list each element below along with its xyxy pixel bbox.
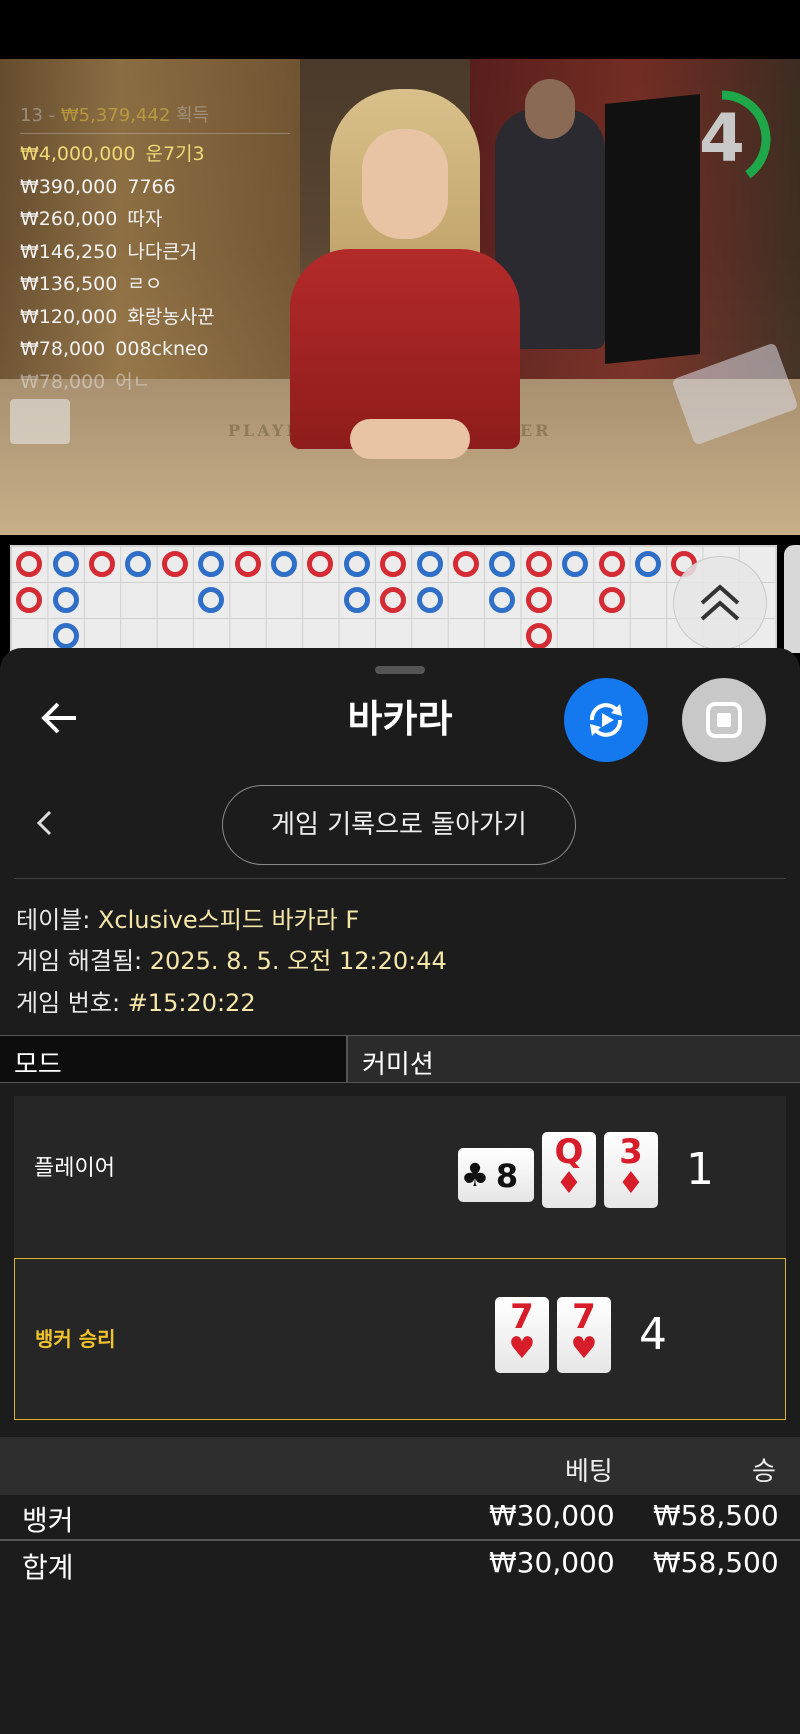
countdown-number: 4	[699, 100, 745, 177]
banker-bead	[380, 551, 407, 577]
banker-bead	[89, 551, 115, 577]
divider	[0, 1539, 800, 1541]
player-outcome: 플레이어 ♣ 8 Q ♦ 3 ♦ 1	[14, 1096, 786, 1258]
banker-bead	[525, 551, 552, 577]
player-bead	[489, 551, 516, 577]
winners-list: 13 - ₩5,379,442 획득 ₩4,000,000 운7기3 ₩390,0…	[20, 101, 290, 398]
commission-label: 커미션	[362, 1050, 434, 1080]
player-bead	[198, 587, 225, 613]
column-header-win: 승	[752, 1457, 776, 1487]
banker-bead	[453, 551, 479, 577]
banker-bead	[525, 587, 552, 613]
player-bead	[343, 587, 370, 613]
player-bead	[416, 551, 443, 577]
winner-row: ₩78,000 008ckneo	[20, 338, 209, 360]
bets-table-header: 베팅 승	[0, 1437, 800, 1495]
status-bar	[0, 0, 800, 59]
stop-square-icon	[706, 702, 742, 738]
card: Q ♦	[542, 1132, 596, 1208]
player-bead	[635, 551, 661, 577]
table-info: 테이블: Xclusive스피드 바카라 F	[16, 906, 360, 934]
card: ♣ 8	[458, 1148, 534, 1202]
player-score: 1	[686, 1144, 714, 1195]
video-replay-button[interactable]	[564, 678, 648, 762]
banker-bead	[161, 551, 188, 577]
bead-road	[10, 545, 777, 655]
banker-bead	[380, 587, 407, 613]
banker-bead	[307, 551, 334, 577]
winner-row: ₩136,500 ㄹㅇ	[20, 273, 163, 295]
player-label: 플레이어	[34, 1156, 115, 1181]
card-stack	[10, 399, 70, 444]
winner-row: ₩390,000 7766	[20, 175, 176, 198]
stop-button[interactable]	[682, 678, 766, 762]
banker-bead	[598, 551, 625, 577]
mode-bar: 모드 커미션	[0, 1035, 800, 1083]
table-row: 뱅커 ₩30,000 ₩58,500	[22, 1499, 779, 1537]
player-bead	[416, 587, 443, 613]
divider	[14, 878, 786, 879]
sheet-grabber[interactable]	[375, 666, 425, 674]
live-video: PLAYER ANKER 13 - ₩5,379,442 획득 ₩4,000,0…	[0, 59, 800, 535]
winner-row: ₩78,000 어ㄴ	[20, 370, 151, 393]
road-edge	[784, 545, 800, 653]
chevron-left-icon[interactable]	[32, 808, 56, 838]
player-bead	[343, 551, 370, 577]
countdown-timer: 4	[672, 89, 772, 189]
player-bead	[52, 551, 79, 577]
banker-win-label: 뱅커 승리	[35, 1327, 116, 1351]
winner-row: ₩4,000,000 운7기3	[20, 143, 205, 165]
player-bead	[198, 551, 225, 577]
winner-row: ₩260,000 따자	[20, 208, 163, 230]
winners-header: 13 - ₩5,379,442 획득	[20, 101, 290, 134]
page-title: 바카라	[347, 697, 453, 741]
banker-bead	[598, 587, 625, 613]
player-bead	[52, 587, 79, 613]
banker-bead	[525, 623, 552, 649]
total-row: 합계 ₩30,000 ₩58,500	[22, 1546, 779, 1584]
dealer	[290, 89, 520, 509]
player-bead	[52, 623, 79, 649]
banker-bead	[16, 551, 43, 577]
winner-row: ₩120,000 화랑농사꾼	[20, 305, 215, 328]
mode-label: 모드	[14, 1050, 62, 1080]
card: 7 ♥	[495, 1297, 549, 1373]
card: 7 ♥	[557, 1297, 611, 1373]
banker-bead	[16, 587, 43, 613]
banker-outcome: 뱅커 승리 7 ♥ 7 ♥ 4	[14, 1258, 786, 1420]
resolved-info: 게임 해결됨: 2025. 8. 5. 오전 12:20:44	[16, 947, 447, 975]
chevron-double-up-icon	[700, 584, 740, 621]
banker-bead	[234, 551, 261, 577]
video-replay-icon	[590, 703, 622, 737]
back-to-history-button[interactable]: 게임 기록으로 돌아가기	[222, 785, 576, 865]
player-bead	[271, 551, 297, 577]
banker-score: 4	[639, 1309, 667, 1360]
player-bead	[562, 551, 589, 577]
column-header-bet: 베팅	[565, 1457, 613, 1487]
expand-button[interactable]	[673, 556, 767, 650]
winner-row: ₩146,250 나다큰거	[20, 240, 198, 263]
game-number-info: 게임 번호: #15:20:22	[16, 989, 256, 1017]
player-bead	[125, 551, 152, 577]
player-bead	[489, 587, 516, 613]
card: 3 ♦	[604, 1132, 658, 1208]
